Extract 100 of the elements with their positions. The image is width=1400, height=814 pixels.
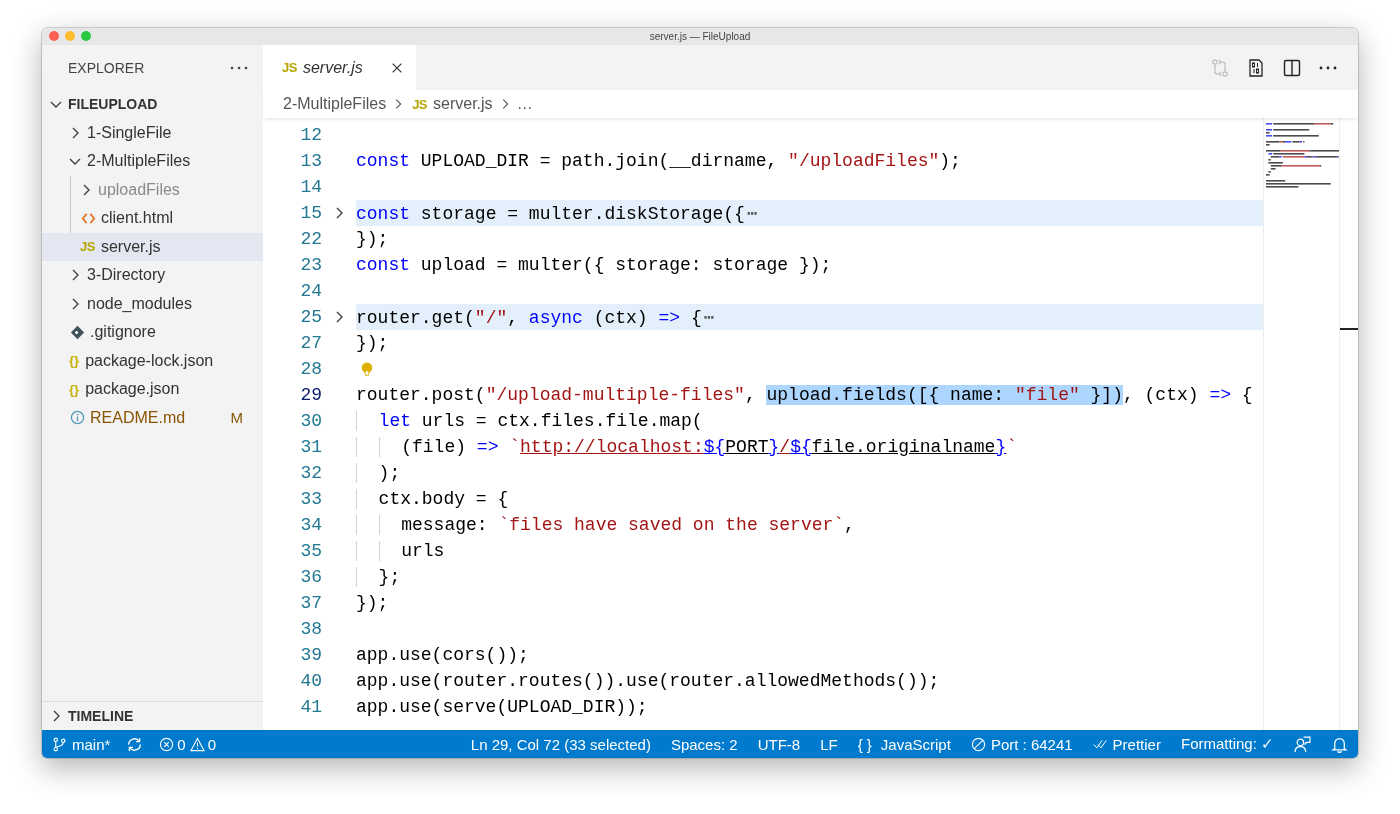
code-line: urls [356, 541, 445, 561]
line-number: 36 [299, 567, 322, 587]
error-icon [159, 736, 175, 752]
line-number: 14 [299, 177, 322, 197]
panel-title: EXPLORER [68, 59, 145, 76]
braces-icon: { } [857, 735, 872, 753]
branch-button[interactable]: main* [52, 735, 111, 753]
language-mode[interactable]: { } JavaScript [857, 735, 951, 753]
code-line: router.get("/", async (ctx) => {⋯ [356, 307, 715, 328]
file-name: client.html [101, 209, 174, 228]
errors-count[interactable]: 0 [159, 735, 186, 753]
breadcrumb-item[interactable]: server.js [433, 95, 493, 113]
binary-file-icon[interactable] [1246, 57, 1266, 78]
info-icon [70, 410, 85, 426]
line-number: 23 [299, 255, 322, 275]
braces-icon: {} [69, 381, 80, 397]
modified-marker: M [230, 409, 243, 427]
code-line: const upload = multer({ storage: storage }); [356, 255, 832, 275]
prettier-status[interactable]: Prettier [1092, 735, 1161, 753]
breadcrumb-item[interactable]: … [516, 95, 533, 113]
code-line: app.use(cors()); [356, 645, 529, 665]
line-number: 12 [299, 125, 322, 145]
file-name: package.json [85, 380, 180, 399]
line-number: 28 [299, 359, 322, 379]
tab-label: server.js [302, 58, 364, 77]
line-number: 32 [299, 463, 322, 483]
status-item[interactable]: Spaces: 2 [670, 735, 738, 753]
tree-item[interactable]: .gitignore [42, 318, 263, 347]
editor-tab[interactable]: JS server.js [263, 45, 416, 90]
tree-item[interactable]: node_modules [42, 289, 263, 318]
code-line: }); [356, 593, 389, 613]
file-name: uploadFiles [98, 180, 180, 199]
tree-item[interactable]: 2-MultipleFiles [42, 147, 263, 176]
line-number: 25 [299, 307, 322, 327]
bell-icon[interactable] [1331, 735, 1348, 753]
file-name: node_modules [87, 294, 192, 313]
close-window-button[interactable] [49, 31, 59, 41]
scroll-position-mark [1340, 328, 1358, 330]
tree-item[interactable]: README.md M [42, 403, 263, 432]
js-icon: JS [80, 239, 95, 255]
line-number: 38 [299, 619, 322, 639]
line-number: 34 [299, 515, 322, 535]
breadcrumb-item[interactable]: 2-MultipleFiles [283, 95, 387, 113]
line-number: 22 [299, 229, 322, 249]
line-number: 13 [299, 151, 322, 171]
code-line: message: `files have saved on the server`, [356, 515, 855, 535]
branch-icon [52, 736, 67, 752]
tree-item[interactable]: {} package.json [42, 375, 263, 404]
prohibited-icon [970, 736, 986, 752]
line-number: 29 [299, 385, 322, 405]
more-icon[interactable] [230, 65, 248, 70]
file-name: 1-SingleFile [87, 123, 172, 142]
split-editor-icon[interactable] [1282, 57, 1302, 78]
sync-icon[interactable] [126, 735, 144, 753]
code-line: const UPLOAD_DIR = path.join(__dirname, "/uploadFiles"); [356, 151, 961, 171]
line-number: 31 [299, 437, 322, 457]
code-line: app.use(serve(UPLOAD_DIR)); [356, 697, 648, 717]
code-line: }); [356, 229, 389, 249]
file-name: README.md [90, 408, 186, 427]
line-number: 27 [299, 333, 322, 353]
tree-item[interactable]: 3-Directory [42, 261, 263, 290]
folder-title: FILEUPLOAD [68, 96, 158, 113]
code-line: router.post("/upload-multiple-files", upload.fields([{ name: "file" }]), (ctx) => { [356, 385, 1253, 405]
tree-item[interactable]: client.html [42, 204, 263, 233]
tree-item[interactable]: FILEUPLOAD [42, 90, 263, 119]
code-line: }; [356, 567, 401, 587]
section-title: TIMELINE [68, 708, 134, 724]
status-item[interactable]: Ln 29, Col 72 (33 selected) [470, 735, 651, 753]
line-number: 24 [299, 281, 322, 301]
js-icon: JS [412, 96, 428, 112]
tree-item[interactable]: {} package-lock.json [42, 346, 263, 375]
code-line: const storage = multer.diskStorage({⋯ [356, 203, 758, 224]
code-line: ); [356, 463, 401, 483]
file-name: package-lock.json [85, 351, 214, 370]
file-name: 2-MultipleFiles [87, 152, 191, 171]
line-number: 39 [299, 645, 322, 665]
file-name: .gitignore [90, 323, 156, 342]
braces-icon: {} [69, 353, 80, 369]
person-feedback-icon[interactable] [1294, 735, 1311, 753]
line-number: 30 [299, 411, 322, 431]
code-line: }); [356, 333, 389, 353]
window-title: server.js — FileUpload [649, 31, 751, 42]
warning-icon [189, 736, 205, 752]
tree-item[interactable]: JS server.js [42, 232, 263, 261]
port-status[interactable]: Port : 64241 [970, 735, 1073, 753]
code-line: let urls = ctx.files.file.map( [356, 411, 703, 431]
line-number: 15 [299, 203, 322, 223]
js-icon: JS [282, 60, 297, 75]
status-item[interactable]: LF [820, 735, 838, 753]
line-number: 35 [299, 541, 322, 561]
tree-item[interactable]: 1-SingleFile [42, 118, 263, 147]
status-item[interactable]: UTF-8 [757, 735, 801, 753]
file-name: server.js [100, 237, 161, 256]
line-number: 41 [299, 697, 322, 717]
minimap-drawing[interactable] [1263, 118, 1339, 730]
code-line: app.use(router.routes()).use(router.allowedMethods()); [356, 671, 940, 691]
line-number: 40 [299, 671, 322, 691]
status-item[interactable]: Formatting: ✓ [1180, 735, 1274, 753]
warnings-count[interactable]: 0 [189, 735, 217, 753]
code-line: ctx.body = { [356, 489, 509, 509]
